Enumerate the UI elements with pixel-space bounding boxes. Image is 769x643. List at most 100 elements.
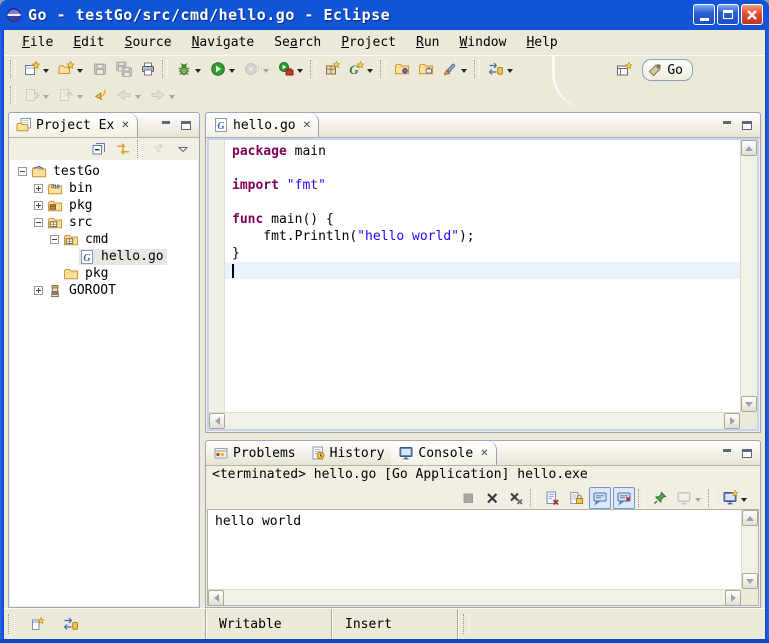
dropdown-arrow-icon[interactable]	[461, 69, 467, 76]
run-button[interactable]	[207, 58, 239, 80]
expand-icon[interactable]	[34, 184, 43, 193]
collapse-icon[interactable]	[34, 218, 43, 227]
tree-item-src[interactable]: src	[10, 214, 198, 231]
tree-item-pkg[interactable]: pkg	[10, 197, 198, 214]
collapse-all-button[interactable]	[88, 138, 110, 160]
dropdown-arrow-icon[interactable]	[43, 95, 49, 102]
synchronize-button[interactable]	[485, 58, 517, 80]
dropdown-arrow-icon[interactable]	[169, 95, 175, 102]
tree-item-bin[interactable]: 010bin	[10, 180, 198, 197]
new-go-file-button[interactable]: G	[345, 58, 377, 80]
tree-item-pkg[interactable]: pkg	[10, 265, 198, 282]
menu-navigate[interactable]: Navigate	[182, 32, 265, 53]
menu-search[interactable]: Search	[264, 32, 331, 53]
back-button[interactable]	[113, 84, 145, 106]
minimize-panel-button[interactable]	[157, 118, 174, 133]
toolbar-grip[interactable]	[10, 60, 16, 78]
import-button[interactable]	[391, 58, 413, 80]
console-vertical-scrollbar[interactable]	[741, 510, 758, 589]
external-tools-button[interactable]	[275, 58, 307, 80]
save-all-button[interactable]	[113, 58, 135, 80]
menu-project[interactable]: Project	[331, 32, 406, 53]
pin-console-button[interactable]	[649, 487, 671, 509]
scroll-down-button[interactable]	[741, 396, 757, 412]
collapse-icon[interactable]	[18, 167, 27, 176]
dropdown-arrow-icon[interactable]	[135, 95, 141, 102]
perspective-go-button[interactable]: Go	[642, 59, 693, 81]
tab-project-explorer[interactable]: Project Ex ✕	[9, 113, 138, 137]
new-project-button[interactable]	[55, 58, 87, 80]
forward-button[interactable]	[147, 84, 179, 106]
tab-hello-go[interactable]: G hello.go ✕	[206, 113, 319, 137]
scroll-left-button[interactable]	[208, 590, 224, 606]
view-menu-dropdown-button[interactable]	[172, 138, 194, 160]
synchronize-status-button[interactable]	[60, 613, 82, 635]
maximize-console-button[interactable]	[738, 446, 755, 461]
open-console-button[interactable]	[719, 487, 751, 509]
print-button[interactable]	[137, 58, 159, 80]
dropdown-arrow-icon[interactable]	[263, 69, 269, 76]
menu-file[interactable]: File	[12, 32, 63, 53]
scroll-lock-button[interactable]	[565, 487, 587, 509]
dropdown-arrow-icon[interactable]	[43, 69, 49, 76]
scroll-down-button[interactable]	[742, 573, 758, 589]
maximize-panel-button[interactable]	[177, 118, 194, 133]
minimize-console-button[interactable]	[718, 446, 735, 461]
status-grip[interactable]	[463, 614, 470, 634]
run-history-button[interactable]	[241, 58, 273, 80]
console-horizontal-scrollbar[interactable]	[208, 589, 741, 605]
console-output[interactable]: hello world	[208, 510, 741, 588]
close-explorer-icon[interactable]: ✕	[121, 120, 129, 131]
remove-launch-button[interactable]	[481, 487, 503, 509]
next-annotation-button[interactable]	[21, 84, 53, 106]
debug-button[interactable]	[173, 58, 205, 80]
dropdown-arrow-icon[interactable]	[77, 69, 83, 76]
tab-history[interactable]: History	[303, 441, 392, 465]
save-button[interactable]	[89, 58, 111, 80]
menu-run[interactable]: Run	[406, 32, 449, 53]
display-console-button[interactable]	[673, 487, 705, 509]
export-button[interactable]	[415, 58, 437, 80]
toolbar-grip[interactable]	[310, 60, 316, 78]
window-minimize-button[interactable]	[693, 4, 715, 25]
remove-all-launches-button[interactable]	[505, 487, 527, 509]
code-editor[interactable]: package mainimport "fmt"func main() { fm…	[225, 143, 740, 412]
menu-help[interactable]: Help	[516, 32, 567, 53]
link-with-editor-button[interactable]	[112, 138, 134, 160]
expand-icon[interactable]	[34, 286, 43, 295]
scroll-up-button[interactable]	[742, 510, 758, 526]
toolbar-grip[interactable]	[474, 60, 480, 78]
tab-problems[interactable]: Problems	[206, 441, 303, 465]
minimize-editor-button[interactable]	[718, 118, 735, 133]
last-edit-location-button[interactable]	[89, 84, 111, 106]
open-perspective-button[interactable]	[613, 59, 635, 81]
toolbar-grip[interactable]	[162, 60, 168, 78]
show-stdout-toggle[interactable]	[589, 487, 611, 509]
previous-annotation-button[interactable]	[55, 84, 87, 106]
menu-edit[interactable]: Edit	[63, 32, 114, 53]
view-menu-button[interactable]	[148, 138, 170, 160]
scroll-right-button[interactable]	[725, 590, 741, 606]
status-grip[interactable]	[8, 614, 15, 634]
horizontal-sash[interactable]	[205, 433, 761, 440]
editor-vertical-scrollbar[interactable]	[740, 140, 757, 412]
tree-item-cmd[interactable]: cmd	[10, 231, 198, 248]
tree-item-goroot[interactable]: GOROOT	[10, 282, 198, 299]
dropdown-arrow-icon[interactable]	[77, 95, 83, 102]
dropdown-arrow-icon[interactable]	[695, 498, 701, 505]
scroll-up-button[interactable]	[741, 140, 757, 156]
project-tree[interactable]: testGo010binpkgsrccmdGhello.gopkgGOROOT	[10, 160, 198, 606]
menu-source[interactable]: Source	[115, 32, 182, 53]
dropdown-arrow-icon[interactable]	[741, 498, 747, 505]
collapse-icon[interactable]	[50, 235, 59, 244]
menu-window[interactable]: Window	[449, 32, 516, 53]
scroll-left-button[interactable]	[209, 413, 225, 429]
tree-item-hello-go[interactable]: Ghello.go	[10, 248, 198, 265]
tab-console[interactable]: Console✕	[391, 441, 496, 465]
dropdown-arrow-icon[interactable]	[229, 69, 235, 76]
window-close-button[interactable]	[741, 4, 763, 25]
toolbar-grip[interactable]	[10, 86, 16, 104]
search-button[interactable]	[439, 58, 471, 80]
scroll-right-button[interactable]	[724, 413, 740, 429]
close-editor-icon[interactable]: ✕	[303, 120, 311, 131]
